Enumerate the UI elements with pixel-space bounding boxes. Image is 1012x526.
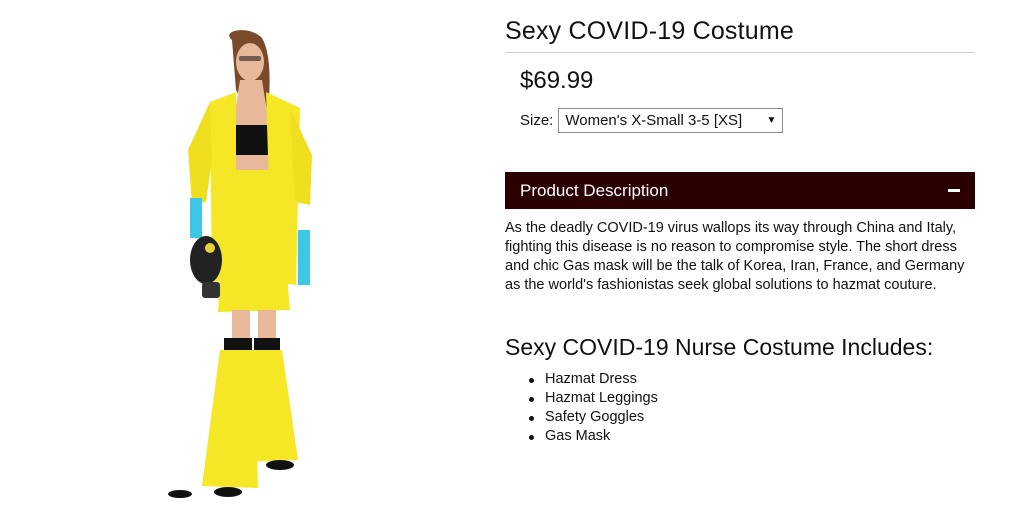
size-label: Size:: [520, 112, 554, 129]
size-row: Size: Women's X-Small 3-5 [XS] ▼: [520, 108, 784, 133]
product-description-text: As the deadly COVID-19 virus wallops its…: [505, 220, 965, 293]
dropdown-arrow-icon: ▼: [766, 115, 777, 126]
product-image: [168, 30, 312, 498]
product-price: $69.99: [520, 67, 594, 94]
size-select[interactable]: Women's X-Small 3-5 [XS] ▼: [558, 108, 784, 133]
product-description-toggle[interactable]: Product Description: [505, 172, 975, 209]
list-item: Safety Goggles: [529, 408, 658, 427]
list-item: Hazmat Dress: [529, 370, 658, 389]
list-item: Hazmat Leggings: [529, 390, 658, 406]
list-item: Gas Mask: [529, 427, 658, 446]
product-description-header: Product Description: [520, 180, 669, 200]
collapse-minus-icon[interactable]: [948, 189, 960, 192]
size-selected-value: Women's X-Small 3-5 [XS]: [565, 112, 743, 129]
product-title: Sexy COVID-19 Costume: [505, 17, 795, 45]
includes-heading: Sexy COVID-19 Nurse Costume Includes:: [505, 334, 934, 360]
title-divider: [505, 52, 975, 53]
includes-list: Hazmat Dress Hazmat Leggings Safety Gogg…: [529, 370, 658, 446]
